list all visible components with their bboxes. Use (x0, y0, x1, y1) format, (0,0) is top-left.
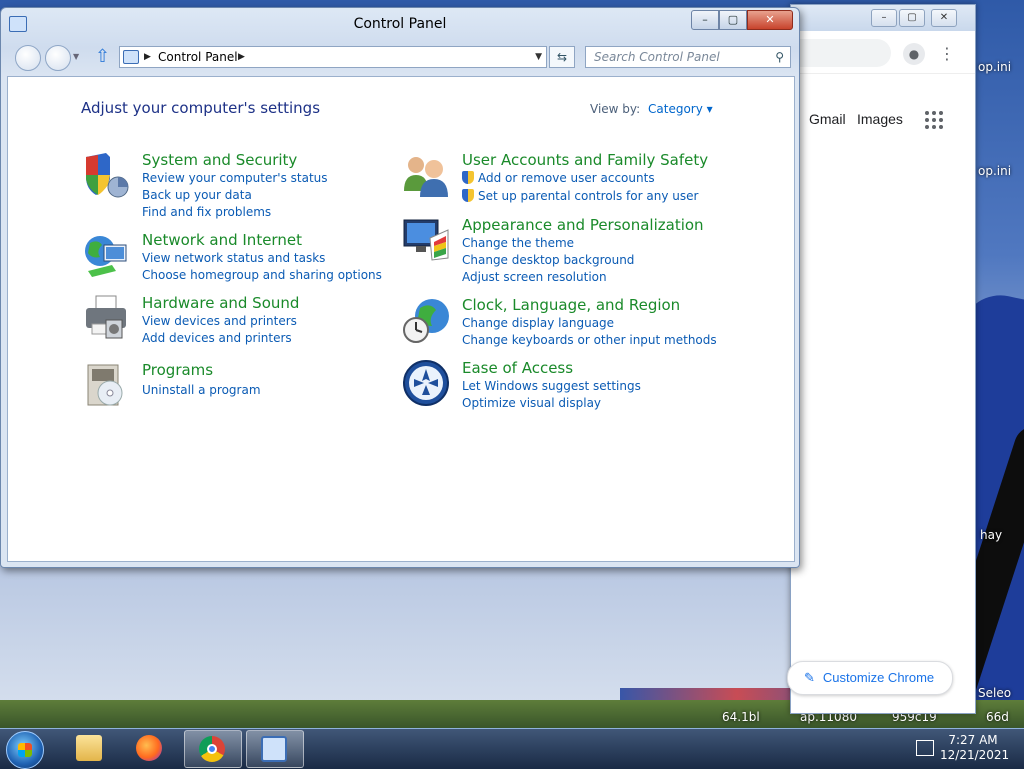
gmail-link[interactable]: Gmail (809, 111, 846, 127)
chrome-minimize-button[interactable]: – (871, 9, 897, 27)
globe-network-icon[interactable] (82, 231, 130, 279)
category-link[interactable]: View network status and tasks (142, 251, 325, 265)
control-panel-address-icon (123, 50, 139, 64)
start-button[interactable] (6, 731, 44, 769)
mouse-cursor (24, 265, 38, 283)
category-title[interactable]: Programs (142, 361, 213, 379)
address-bar[interactable]: ▶ Control Panel ▶ ▼ (119, 46, 547, 68)
programs-icon[interactable] (82, 361, 130, 409)
network-tray-icon[interactable] (916, 740, 934, 756)
forward-button[interactable] (45, 45, 71, 71)
refresh-button[interactable]: ⇆ (549, 46, 575, 68)
view-by-label: View by: (590, 102, 641, 116)
category-link[interactable]: Let Windows suggest settings (462, 379, 641, 393)
address-dropdown-icon[interactable]: ▼ (535, 47, 542, 67)
page-title: Adjust your computer's settings (81, 99, 321, 117)
monitor-palette-icon[interactable] (402, 216, 450, 264)
firefox-icon (136, 735, 162, 761)
category-link[interactable]: Change the theme (462, 236, 574, 250)
taskbar-windows-explorer[interactable] (62, 730, 118, 766)
users-icon[interactable] (402, 151, 450, 199)
category-title[interactable]: Network and Internet (142, 231, 302, 249)
back-button[interactable] (15, 45, 41, 71)
category-link[interactable]: Change display language (462, 316, 614, 330)
up-arrow-icon[interactable]: ⇧ (95, 46, 110, 68)
category-title[interactable]: Clock, Language, and Region (462, 296, 680, 314)
desktop-file-label[interactable]: 64.1bl (722, 710, 760, 724)
profile-icon[interactable]: ● (903, 43, 925, 65)
breadcrumb-control-panel[interactable]: Control Panel (158, 47, 238, 67)
chrome-toolbar: ● ⋮ (791, 31, 975, 74)
taskbar: 7:27 AM 12/21/2021 (0, 728, 1024, 769)
chrome-window[interactable]: – ▢ ✕ ● ⋮ Gmail Images ✎ Customize Chrome (787, 4, 976, 714)
desktop-file-label[interactable]: 66d (986, 710, 1009, 724)
customize-chrome-label: Customize Chrome (822, 670, 935, 685)
customize-chrome-button[interactable]: ✎ Customize Chrome (787, 661, 953, 695)
category-link[interactable]: Find and fix problems (142, 205, 271, 219)
desktop-file-label[interactable]: op.ini (978, 164, 1011, 178)
images-link[interactable]: Images (857, 111, 903, 127)
category-link-text: Add or remove user accounts (478, 171, 655, 185)
taskbar-control-panel[interactable] (246, 730, 304, 768)
search-icon[interactable]: ⚲ (775, 47, 784, 67)
category-link[interactable]: Adjust screen resolution (462, 270, 607, 284)
search-input[interactable]: Search Control Panel ⚲ (585, 46, 791, 68)
uac-shield-icon (462, 171, 474, 184)
control-panel-content: Adjust your computer's settings View by:… (7, 76, 795, 562)
windows-explorer-icon (76, 735, 102, 761)
taskbar-chrome[interactable] (184, 730, 242, 768)
category-title[interactable]: System and Security (142, 151, 297, 169)
google-apps-icon[interactable] (925, 111, 943, 129)
desktop-file-label[interactable]: hay (980, 528, 1002, 542)
navigation-bar: ▼ ⇧ ▶ Control Panel ▶ ▼ ⇆ Search Control… (13, 44, 793, 72)
clock-globe-icon[interactable] (402, 296, 450, 344)
clock-date: 12/21/2021 (940, 748, 1010, 762)
close-button[interactable]: ✕ (747, 10, 793, 30)
search-placeholder: Search Control Panel (594, 50, 720, 64)
category-title[interactable]: Hardware and Sound (142, 294, 299, 312)
taskbar-firefox[interactable] (122, 730, 178, 766)
category-link[interactable]: Change keyboards or other input methods (462, 333, 717, 347)
shield-icon[interactable] (82, 151, 130, 199)
view-by-dropdown[interactable]: Category ▾ (648, 102, 713, 116)
maximize-button[interactable]: ▢ (719, 10, 747, 30)
chrome-close-button[interactable]: ✕ (931, 9, 957, 27)
chrome-maximize-button[interactable]: ▢ (899, 9, 925, 27)
control-panel-window[interactable]: Control Panel – ▢ ✕ ▼ ⇧ ▶ Control Panel … (0, 7, 800, 568)
ease-of-access-icon[interactable] (402, 359, 450, 407)
category-link[interactable]: Back up your data (142, 188, 252, 202)
category-link[interactable]: Add devices and printers (142, 331, 292, 345)
category-link[interactable]: Choose homegroup and sharing options (142, 268, 382, 282)
taskbar-clock[interactable]: 7:27 AM 12/21/2021 (940, 733, 1010, 763)
category-link[interactable]: Set up parental controls for any user (462, 189, 698, 203)
category-link-text: Set up parental controls for any user (478, 189, 699, 203)
minimize-button[interactable]: – (691, 10, 719, 30)
category-link[interactable]: Change desktop background (462, 253, 634, 267)
window-title: Control Panel (353, 16, 447, 32)
category-title[interactable]: Ease of Access (462, 359, 573, 377)
category-link[interactable]: View devices and printers (142, 314, 297, 328)
printer-icon[interactable] (82, 294, 130, 342)
desktop-file-label[interactable]: op.ini (978, 60, 1011, 74)
category-title[interactable]: Appearance and Personalization (462, 216, 704, 234)
category-link[interactable]: Uninstall a program (142, 383, 261, 397)
clock-time: 7:27 AM (948, 733, 998, 747)
breadcrumb-arrow-icon[interactable]: ▶ (238, 47, 245, 67)
chrome-titlebar[interactable]: – ▢ ✕ (791, 5, 975, 31)
category-link[interactable]: Optimize visual display (462, 396, 601, 410)
omnibox[interactable] (791, 39, 891, 67)
recent-pages-dropdown-icon[interactable]: ▼ (73, 52, 79, 61)
window-controls: – ▢ ✕ (691, 10, 793, 30)
category-title[interactable]: User Accounts and Family Safety (462, 151, 708, 169)
uac-shield-icon (462, 189, 474, 202)
desktop-file-label[interactable]: Seleo (978, 686, 1011, 700)
chrome-icon (199, 736, 225, 762)
kebab-menu-icon[interactable]: ⋮ (939, 43, 955, 65)
category-link[interactable]: Review your computer's status (142, 171, 328, 185)
pencil-icon: ✎ (804, 670, 815, 685)
control-panel-icon (261, 736, 287, 762)
breadcrumb-arrow-icon[interactable]: ▶ (144, 47, 151, 67)
category-link[interactable]: Add or remove user accounts (462, 171, 655, 185)
